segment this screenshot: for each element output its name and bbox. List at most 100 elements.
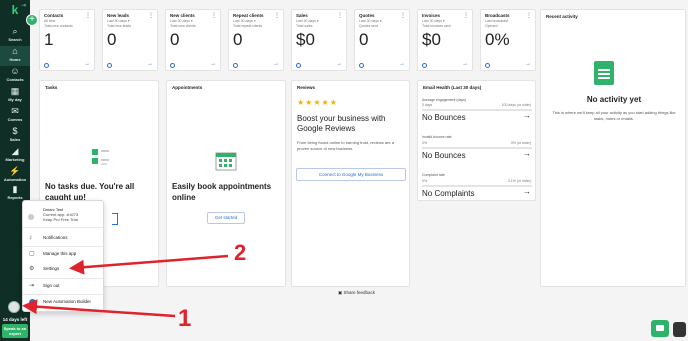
comms-icon: ✉ xyxy=(11,106,19,116)
info-icon[interactable] xyxy=(296,63,301,68)
sidebar-item-label: Marketing xyxy=(5,157,25,162)
sidebar-item-label: Contacts xyxy=(6,77,24,82)
stat-period[interactable]: Last 30 days ▾ xyxy=(296,19,319,23)
panel-title: Appointments xyxy=(172,85,203,90)
more-options-icon[interactable]: ⋮ xyxy=(400,12,406,19)
arrow-right-icon[interactable]: → xyxy=(523,111,531,120)
info-icon[interactable] xyxy=(107,63,112,68)
stat-period[interactable]: Last 30 days ▾ xyxy=(170,19,193,23)
sidebar-item-sales[interactable]: $ Sales xyxy=(0,126,30,146)
panel-title: Reviews xyxy=(297,85,316,90)
more-options-icon[interactable]: ⋮ xyxy=(463,12,469,19)
sidebar-item-search[interactable]: ⌕ Search xyxy=(0,26,30,46)
speak-to-expert-button[interactable]: Speak to an expert xyxy=(2,324,28,338)
stat-period: Last broadcast xyxy=(485,19,508,23)
menu-item-settings[interactable]: ⚙ Settings xyxy=(23,262,103,276)
menu-item-manage-app[interactable]: ▢ Manage this app xyxy=(23,247,103,261)
keap-logo[interactable]: k xyxy=(9,4,21,16)
range-min: 0% xyxy=(422,141,428,145)
info-icon[interactable] xyxy=(359,63,364,68)
reviews-description: From being found online to earning trust… xyxy=(297,140,394,151)
more-options-icon[interactable]: ⋮ xyxy=(526,12,532,19)
stat-card-new-leads[interactable]: New leads ⋮ Last 30 days ▾ Total new lea… xyxy=(102,9,158,71)
stat-card-contacts[interactable]: Contacts ⋮ All time Total new contacts 1… xyxy=(39,9,95,71)
menu-item-label: New Automation Builder xyxy=(43,299,92,304)
panel-title: Tasks xyxy=(45,85,58,90)
info-icon[interactable] xyxy=(170,63,175,68)
more-options-icon[interactable]: ⋮ xyxy=(148,12,154,19)
toggle-icon[interactable] xyxy=(29,299,36,306)
appointments-heading: Easily book appointments online xyxy=(172,182,272,202)
arrow-right-icon[interactable]: → xyxy=(525,61,531,67)
info-icon[interactable] xyxy=(422,63,427,68)
more-options-icon[interactable]: ⋮ xyxy=(211,12,217,19)
menu-item-label: Notifications xyxy=(43,235,68,240)
stat-period[interactable]: Last 30 days ▾ xyxy=(422,19,445,23)
tasks-action-button[interactable] xyxy=(112,213,118,225)
collapse-icon[interactable]: ⇥ xyxy=(21,3,28,9)
stat-period[interactable]: Last 30 days ▾ xyxy=(233,19,256,23)
menu-item-sign-out[interactable]: ⇥ Sign out xyxy=(23,279,103,293)
stat-card-broadcasts[interactable]: Broadcasts ⋮ Last broadcast Opened 0% → xyxy=(480,9,536,71)
arrow-right-icon[interactable]: → xyxy=(336,61,342,67)
connect-google-button[interactable]: Connect to Google My Business xyxy=(296,168,406,181)
quick-add-button[interactable]: + xyxy=(26,14,38,26)
arrow-right-icon[interactable]: → xyxy=(523,149,531,158)
sidebar-item-contacts[interactable]: ☺ Contacts xyxy=(0,66,30,86)
bell-icon: ♪ xyxy=(29,235,32,241)
stat-title: Contacts xyxy=(44,13,64,18)
sidebar-item-comms[interactable]: ✉ Comms xyxy=(0,106,30,126)
sidebar-item-label: My day xyxy=(8,97,22,102)
arrow-right-icon[interactable]: → xyxy=(523,187,531,196)
metric-label: Invalid bounce rate xyxy=(422,135,452,139)
trial-days-left: 14 days left xyxy=(2,317,28,322)
sidebar-item-my-day[interactable]: ▦ My day xyxy=(0,86,30,106)
stat-period[interactable]: Last 30 days ▾ xyxy=(359,19,382,23)
stat-card-sales[interactable]: Sales ⋮ Last 30 days ▾ Total sales $0 → xyxy=(291,9,347,71)
arrow-right-icon[interactable]: → xyxy=(462,61,468,67)
stat-subtitle: Total new clients xyxy=(170,24,196,28)
stat-period[interactable]: Last 30 days ▾ xyxy=(107,19,130,23)
stat-card-invoices[interactable]: Invoices ⋮ Last 30 days ▾ Total invoices… xyxy=(417,9,473,71)
user-avatar-button[interactable] xyxy=(8,301,20,313)
stat-card-new-clients[interactable]: New clients ⋮ Last 30 days ▾ Total new c… xyxy=(165,9,221,71)
more-options-icon[interactable]: ⋮ xyxy=(85,12,91,19)
star-rating: ★★★★★ xyxy=(297,98,338,107)
info-icon[interactable] xyxy=(485,63,490,68)
menu-item-automation-builder[interactable]: New Automation Builder xyxy=(23,295,103,309)
arrow-right-icon[interactable]: → xyxy=(210,61,216,67)
sidebar-item-automation[interactable]: ⚡ Automation xyxy=(0,166,30,186)
more-options-icon[interactable]: ⋮ xyxy=(274,12,280,19)
stat-title: Quotes xyxy=(359,13,375,18)
arrow-right-icon[interactable]: → xyxy=(84,61,90,67)
info-icon[interactable] xyxy=(44,63,49,68)
arrow-right-icon[interactable]: → xyxy=(273,61,279,67)
share-feedback-link[interactable]: ▣ Share feedback xyxy=(338,290,375,296)
sidebar-item-marketing[interactable]: ◢ Marketing xyxy=(0,146,30,166)
feedback-icon: ▣ xyxy=(338,290,343,295)
marketing-icon: ◢ xyxy=(11,146,19,156)
stat-value: $0 xyxy=(296,30,315,49)
automation-icon: ⚡ xyxy=(9,166,21,176)
metric-label: Average engagement (days) xyxy=(422,98,467,102)
keyboard-icon[interactable] xyxy=(673,322,686,337)
sidebar-item-home[interactable]: ⌂ Home xyxy=(0,46,30,66)
info-icon[interactable] xyxy=(233,63,238,68)
stat-card-repeat-clients[interactable]: Repeat clients ⋮ Last 30 days ▾ Total re… xyxy=(228,9,284,71)
arrow-right-icon[interactable]: → xyxy=(399,61,405,67)
stat-title: Sales xyxy=(296,13,308,18)
arrow-right-icon[interactable]: → xyxy=(147,61,153,67)
menu-item-notifications[interactable]: ♪ Notifications xyxy=(23,231,103,245)
metric-bar xyxy=(422,185,532,187)
chat-button[interactable] xyxy=(651,320,669,337)
calendar-icon xyxy=(215,152,237,171)
sales-icon: $ xyxy=(12,126,18,136)
more-options-icon[interactable]: ⋮ xyxy=(337,12,343,19)
share-feedback-label: Share feedback xyxy=(343,290,376,295)
stat-subtitle: Total invoices sent xyxy=(422,24,451,28)
stat-card-quotes[interactable]: Quotes ⋮ Last 30 days ▾ Quotes sent 0 → xyxy=(354,9,410,71)
get-started-button[interactable]: Get started xyxy=(207,212,245,224)
sidebar-item-label: Sales xyxy=(9,137,21,142)
reports-icon: ▮ xyxy=(12,184,18,194)
stat-value: 0 xyxy=(170,30,180,49)
